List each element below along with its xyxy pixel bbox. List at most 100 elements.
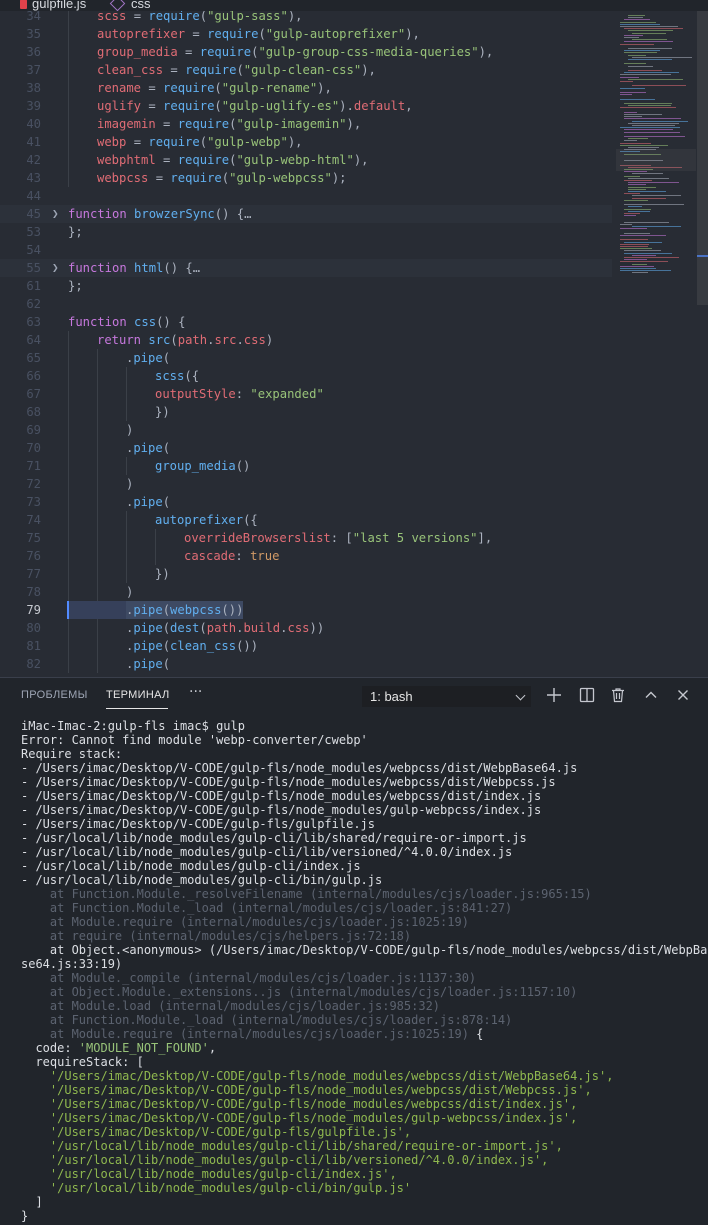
code-line[interactable]: 67 outputStyle: "expanded": [0, 385, 612, 403]
minimap-line: [632, 39, 667, 41]
code-line[interactable]: 43 webpcss = require("gulp-webpcss");: [0, 169, 612, 187]
indent-guide: [68, 331, 69, 349]
code-line[interactable]: 63 function css() {: [0, 313, 612, 331]
code-line[interactable]: 80 .pipe(dest(path.build.css)): [0, 619, 612, 637]
minimap-line: [620, 265, 654, 267]
code-line[interactable]: 41 webp = require("gulp-webp"),: [0, 133, 612, 151]
line-number: 43: [26, 171, 41, 185]
plus-icon[interactable]: [546, 687, 562, 703]
code-line[interactable]: 40 imagemin = require("gulp-imagemin"),: [0, 115, 612, 133]
code-line[interactable]: 68}): [0, 403, 612, 421]
code-line[interactable]: 62: [0, 295, 612, 313]
code-line[interactable]: 53};: [0, 223, 612, 241]
code-line[interactable]: 76 cascade: true: [0, 547, 612, 565]
code-line[interactable]: 74 autoprefixer({: [0, 511, 612, 529]
indent-guide: [68, 547, 69, 565]
code-token: };: [68, 279, 83, 293]
code-line[interactable]: 72): [0, 475, 612, 493]
close-icon[interactable]: [675, 687, 691, 703]
editor-scrollbar[interactable]: [697, 11, 708, 305]
code-token: (: [162, 441, 171, 455]
indent-guide: [68, 385, 69, 403]
terminal-line: '/usr/local/lib/node_modules/gulp-cli/in…: [21, 1167, 397, 1181]
code-line[interactable]: 75 overrideBrowserslist: ["last 5 version…: [0, 529, 612, 547]
code-token: require: [177, 153, 230, 167]
minimap-line: [620, 21, 656, 23]
code-token: (: [162, 639, 171, 653]
code-line[interactable]: 65 .pipe(: [0, 349, 612, 367]
minimap-line: [620, 243, 649, 245]
minimap-line: [632, 226, 681, 228]
code-line[interactable]: 73 .pipe(: [0, 493, 612, 511]
minimap-line: [632, 197, 666, 199]
code-line[interactable]: 35 autoprefixer = require("gulp-autoprefi…: [0, 25, 612, 43]
code-token: "last 5 versions": [352, 531, 478, 545]
code-text: .pipe(: [126, 439, 170, 457]
code-line[interactable]: 71 group_media(): [0, 457, 612, 475]
code-line[interactable]: 70 .pipe(: [0, 439, 612, 457]
fold-chevron-icon[interactable]: ❯: [52, 205, 59, 223]
chevron-up-icon[interactable]: [643, 687, 659, 703]
code-line[interactable]: 64 return src(path.src.css): [0, 331, 612, 349]
code-line[interactable]: 82 .pipe(: [0, 655, 612, 673]
minimap-line: [624, 180, 652, 181]
indent-guide: [126, 547, 127, 565]
minimap-line: [620, 246, 648, 247]
minimap-line: [620, 127, 680, 129]
code-line[interactable]: 55 ❯ function html() {…: [0, 259, 612, 277]
indent-guide: [97, 565, 98, 583]
code-line[interactable]: 81 .pipe(clean_css()): [0, 637, 612, 655]
code-lines[interactable]: 34 scss = require("gulp-sass"), 35 autopref…: [0, 11, 612, 673]
more-icon[interactable]: ···: [189, 684, 202, 700]
code-line[interactable]: 77}): [0, 565, 612, 583]
code-editor[interactable]: 34 scss = require("gulp-sass"), 35 autopref…: [0, 11, 708, 677]
code-token: require: [148, 135, 200, 149]
code-token: rename: [97, 81, 142, 95]
terminal-shell-select[interactable]: 1: bash: [362, 686, 531, 707]
minimap-line: [628, 65, 653, 67]
code-line[interactable]: 79 .pipe(webpcss()): [0, 601, 612, 619]
terminal-line: at Function.Module._load (internal/modul…: [21, 1013, 513, 1027]
code-line[interactable]: 45 ❯ function browzerSync() {…: [0, 205, 612, 223]
minimap-line: [628, 78, 683, 80]
code-line[interactable]: 44: [0, 187, 612, 205]
tab-terminal[interactable]: ТЕРМИНАЛ: [106, 689, 169, 701]
code-line[interactable]: 78): [0, 583, 612, 601]
trash-icon[interactable]: [610, 687, 626, 703]
code-line[interactable]: 34 scss = require("gulp-sass"),: [0, 11, 612, 25]
tab-problems[interactable]: ПРОБЛЕМЫ: [21, 689, 88, 701]
indent-guide: [97, 529, 98, 547]
line-number: 40: [26, 117, 41, 131]
code-line[interactable]: 42 webphtml = require("gulp-webp-html"),: [0, 151, 612, 169]
code-line[interactable]: 39 uglify = require("gulp-uglify-es").def…: [0, 97, 612, 115]
code-line[interactable]: 61};: [0, 277, 612, 295]
line-number: 45: [26, 207, 41, 221]
terminal-line: - /usr/local/lib/node_modules/gulp-cli/i…: [21, 859, 361, 873]
line-number: 80: [26, 621, 41, 635]
code-token: =: [148, 171, 171, 185]
code-line[interactable]: 66 scss({: [0, 367, 612, 385]
terminal-line: '/Users/imac/Desktop/V-CODE/gulp-fls/gul…: [21, 1125, 412, 1139]
breadcrumb-css[interactable]: css: [109, 0, 151, 11]
code-line[interactable]: 38 rename = require("gulp-rename"),: [0, 79, 612, 97]
terminal-line: '/usr/local/lib/node_modules/gulp-cli/li…: [21, 1139, 563, 1153]
minimap-line: [620, 235, 666, 236]
tab-gulpfile[interactable]: gulpfile.js: [20, 0, 86, 11]
code-token: outputStyle: [155, 387, 236, 401]
line-number: 34: [26, 11, 41, 23]
code-line[interactable]: 36 group_media = require("gulp-group-css-…: [0, 43, 612, 61]
code-line[interactable]: 37 clean_css = require("gulp-clean-css"),: [0, 61, 612, 79]
code-line[interactable]: 69): [0, 421, 612, 439]
fold-chevron-icon[interactable]: ❯: [52, 259, 59, 277]
code-token: pipe: [133, 657, 163, 671]
split-icon[interactable]: [579, 687, 595, 703]
terminal-output[interactable]: iMac-Imac-2:gulp-fls imac$ gulp Error: Ca…: [0, 715, 708, 1223]
code-line[interactable]: 54: [0, 241, 612, 259]
code-token: "gulp-webp": [207, 135, 288, 149]
bottom-panel: ПРОБЛЕМЫ ТЕРМИНАЛ ··· 1: bash iMac-Imac-…: [0, 677, 708, 1225]
code-token: (: [170, 333, 178, 347]
minimap-viewport[interactable]: [616, 149, 696, 171]
minimap-line: [628, 59, 672, 60]
code-token: webp: [97, 135, 127, 149]
